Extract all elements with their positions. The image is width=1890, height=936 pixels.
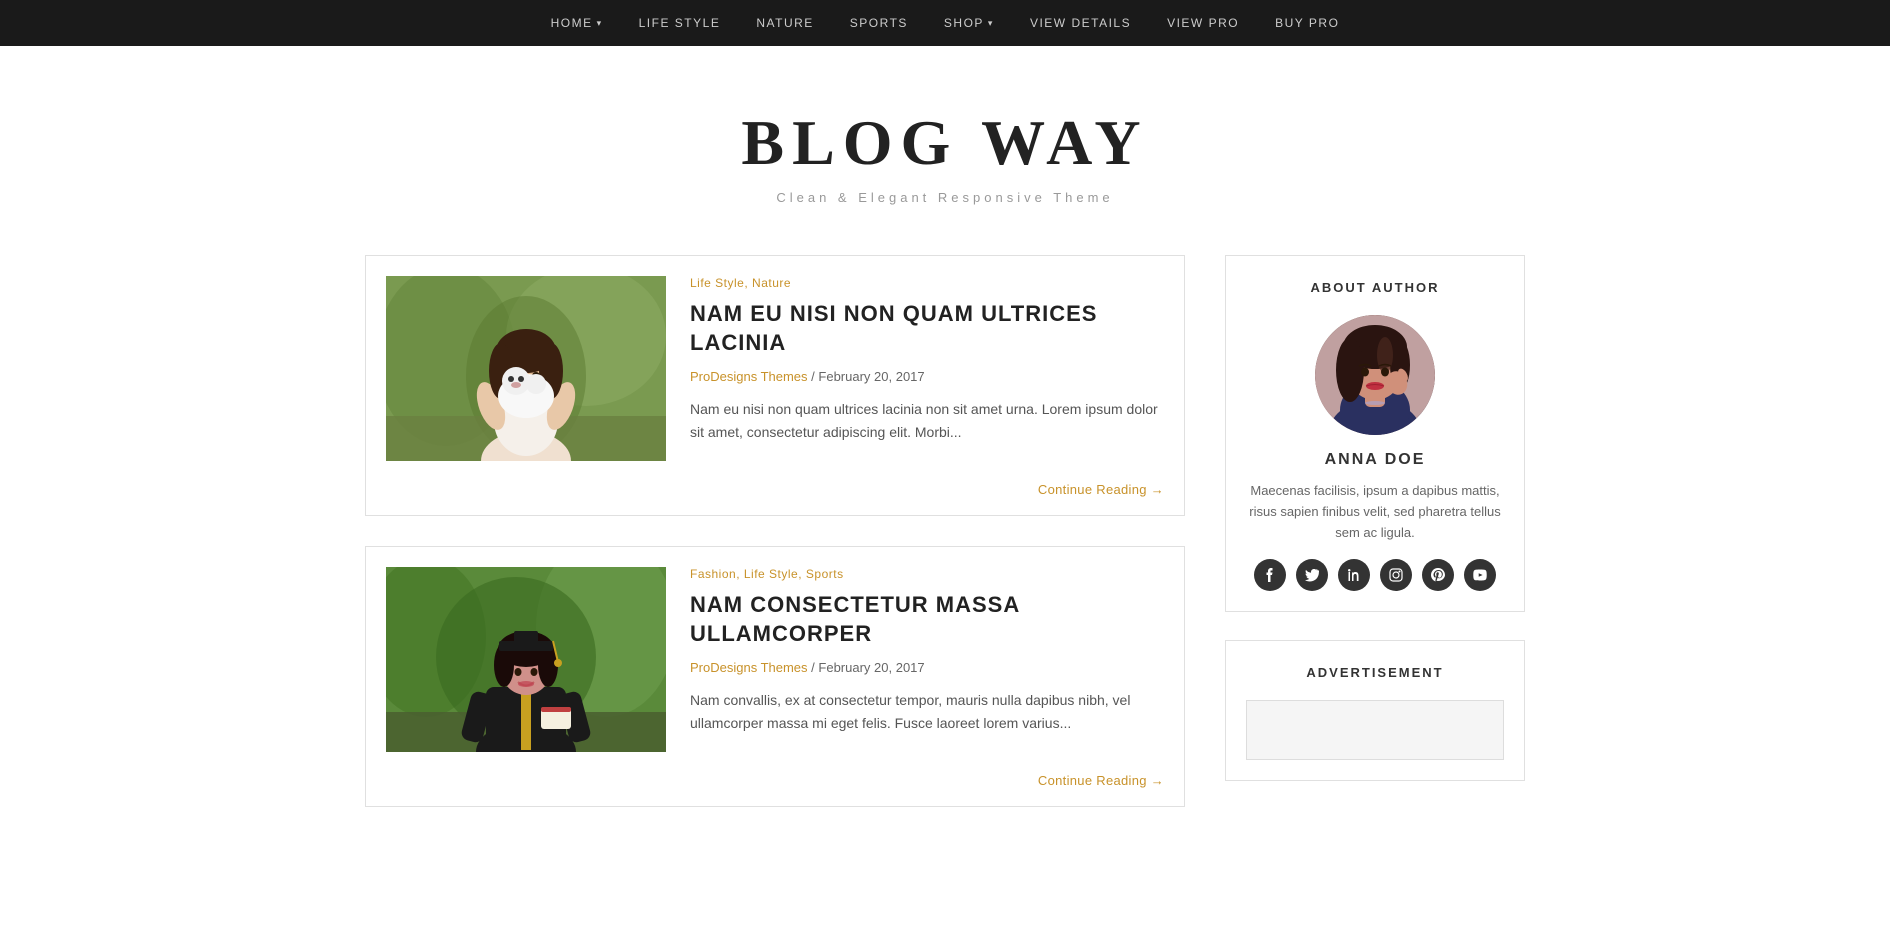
- site-header: BLOG WAY Clean & Elegant Responsive Them…: [0, 46, 1890, 255]
- nav-item-lifestyle[interactable]: LIFE STYLE: [621, 0, 739, 46]
- sidebar: ABOUT AUTHOR: [1225, 255, 1525, 837]
- article-date: / February 20, 2017: [811, 660, 924, 675]
- ad-placeholder: [1246, 700, 1504, 760]
- article-byline: ProDesigns Themes / February 20, 2017: [690, 660, 1164, 675]
- article-categories: Life Style, Nature: [690, 276, 1164, 290]
- article-image: [386, 567, 666, 752]
- article-byline: ProDesigns Themes / February 20, 2017: [690, 369, 1164, 384]
- article-inner: Fashion, Life Style, Sports NAM CONSECTE…: [366, 547, 1184, 772]
- article-categories: Fashion, Life Style, Sports: [690, 567, 1164, 581]
- about-author-widget: ABOUT AUTHOR: [1225, 255, 1525, 612]
- main-content: Life Style, Nature NAM EU NISI NON QUAM …: [365, 255, 1185, 837]
- nav-item-view-pro[interactable]: VIEW PRO: [1149, 0, 1257, 46]
- nav-item-sports[interactable]: SPORTS: [832, 0, 926, 46]
- advertisement-widget: ADVERTISEMENT: [1225, 640, 1525, 781]
- article-inner: Life Style, Nature NAM EU NISI NON QUAM …: [366, 256, 1184, 481]
- author-bio: Maecenas facilisis, ipsum a dapibus matt…: [1246, 481, 1504, 543]
- article-excerpt: Nam convallis, ex at consectetur tempor,…: [690, 689, 1164, 735]
- nav-item-nature[interactable]: NATURE: [738, 0, 831, 46]
- article-author[interactable]: ProDesigns Themes: [690, 369, 808, 384]
- nav-item-view-details[interactable]: VIEW DETAILS: [1012, 0, 1149, 46]
- article-date: / February 20, 2017: [811, 369, 924, 384]
- site-tagline: Clean & Elegant Responsive Theme: [20, 190, 1870, 205]
- main-navigation: HOME ▾ LIFE STYLE NATURE SPORTS SHOP ▾ V…: [0, 0, 1890, 46]
- continue-reading-button[interactable]: Continue Reading →: [1038, 482, 1164, 497]
- facebook-icon[interactable]: [1254, 559, 1286, 591]
- social-icons: [1246, 559, 1504, 591]
- article-meta: Fashion, Life Style, Sports NAM CONSECTE…: [690, 567, 1164, 752]
- twitter-icon[interactable]: [1296, 559, 1328, 591]
- continue-reading-button[interactable]: Continue Reading →: [1038, 773, 1164, 788]
- home-dropdown-icon: ▾: [597, 18, 603, 29]
- instagram-icon[interactable]: [1380, 559, 1412, 591]
- site-title: BLOG WAY: [20, 106, 1870, 180]
- page-body: Life Style, Nature NAM EU NISI NON QUAM …: [345, 255, 1545, 877]
- article-footer: Continue Reading →: [366, 772, 1184, 806]
- linkedin-icon[interactable]: [1338, 559, 1370, 591]
- advertisement-title: ADVERTISEMENT: [1246, 665, 1504, 680]
- about-author-title: ABOUT AUTHOR: [1246, 280, 1504, 295]
- article-author[interactable]: ProDesigns Themes: [690, 660, 808, 675]
- shop-dropdown-icon: ▾: [988, 18, 994, 29]
- pinterest-icon[interactable]: [1422, 559, 1454, 591]
- youtube-icon[interactable]: [1464, 559, 1496, 591]
- article-meta: Life Style, Nature NAM EU NISI NON QUAM …: [690, 276, 1164, 461]
- nav-item-home[interactable]: HOME ▾: [533, 0, 621, 46]
- article-card: Life Style, Nature NAM EU NISI NON QUAM …: [365, 255, 1185, 516]
- article-title[interactable]: NAM EU NISI NON QUAM ULTRICES LACINIA: [690, 300, 1164, 357]
- article-title[interactable]: NAM CONSECTETUR MASSA ULLAMCORPER: [690, 591, 1164, 648]
- article-image: [386, 276, 666, 461]
- author-avatar: [1315, 315, 1435, 435]
- author-name: ANNA DOE: [1246, 451, 1504, 469]
- article-card: Fashion, Life Style, Sports NAM CONSECTE…: [365, 546, 1185, 807]
- article-excerpt: Nam eu nisi non quam ultrices lacinia no…: [690, 398, 1164, 444]
- article-footer: Continue Reading →: [366, 481, 1184, 515]
- nav-item-shop[interactable]: SHOP ▾: [926, 0, 1012, 46]
- nav-item-buy-pro[interactable]: BUY PRO: [1257, 0, 1357, 46]
